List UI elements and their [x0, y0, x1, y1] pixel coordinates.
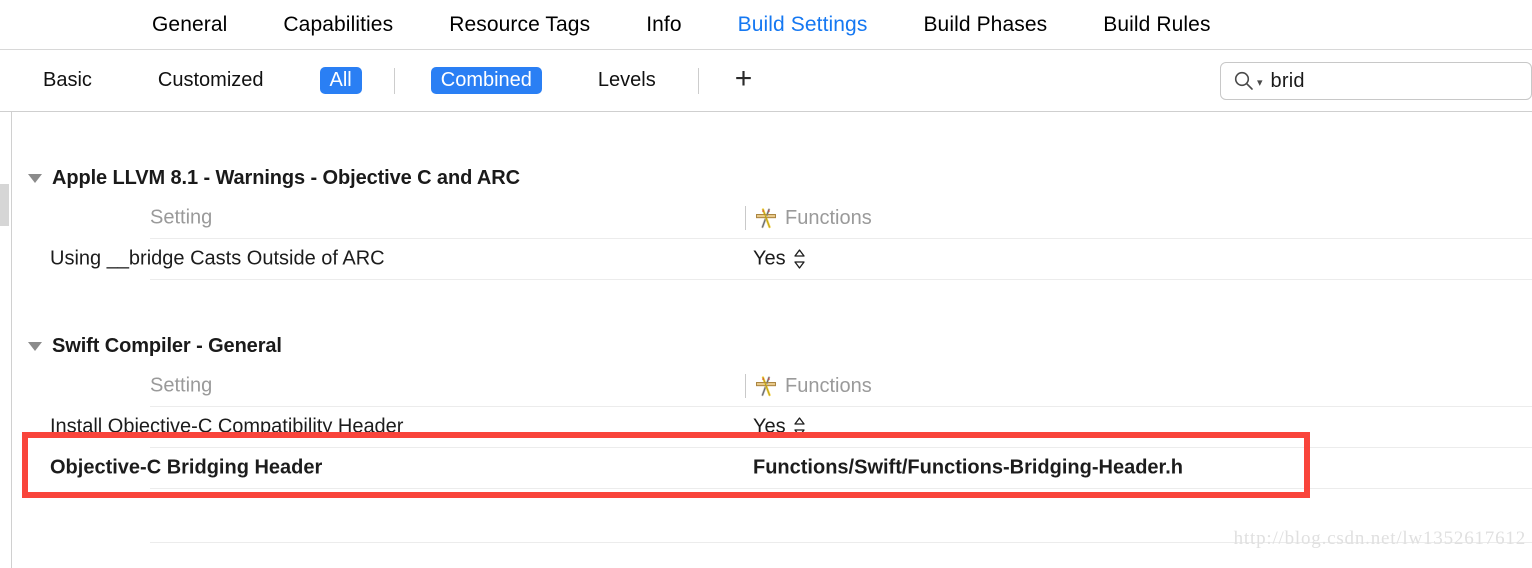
column-header-target-label: Functions: [785, 206, 872, 229]
disclosure-triangle-icon[interactable]: [28, 173, 42, 183]
filter-customized[interactable]: Customized: [148, 67, 274, 94]
column-divider: [745, 374, 746, 398]
setting-value-text: Yes: [753, 247, 786, 270]
setting-value-text: Functions/Swift/Functions-Bridging-Heade…: [753, 456, 1183, 479]
search-input[interactable]: ▾ brid: [1220, 62, 1532, 100]
table-row-bridging-header[interactable]: Objective-C Bridging Header Functions/Sw…: [50, 448, 1532, 489]
watermark: http://blog.csdn.net/lw1352617612: [1233, 528, 1526, 549]
column-header-setting: Setting: [150, 206, 213, 229]
search-input-value: brid: [1270, 69, 1305, 92]
setting-name: Install Objective-C Compatibility Header: [50, 415, 404, 438]
setting-name: Using __bridge Casts Outside of ARC: [50, 247, 385, 270]
tab-capabilities[interactable]: Capabilities: [283, 13, 393, 37]
filter-all[interactable]: All: [319, 67, 362, 94]
column-header-setting: Setting: [150, 374, 213, 397]
setting-value-text: Yes: [753, 415, 786, 438]
vertical-scrollbar[interactable]: [0, 184, 9, 226]
project-editor-tabbar: General Capabilities Resource Tags Info …: [0, 0, 1532, 50]
build-settings-toolbar: Basic Customized All Combined Levels + ▾…: [0, 50, 1532, 112]
build-settings-table: Apple LLVM 8.1 - Warnings - Objective C …: [0, 112, 1532, 568]
tab-general[interactable]: General: [152, 13, 227, 37]
column-header-target: Functions: [745, 206, 872, 230]
section-header-swift-compiler[interactable]: Swift Compiler - General: [28, 334, 282, 358]
column-header-target-label: Functions: [785, 374, 872, 397]
section-header-apple-llvm[interactable]: Apple LLVM 8.1 - Warnings - Objective C …: [28, 166, 520, 190]
chevron-down-icon[interactable]: ▾: [1257, 76, 1263, 89]
setting-name: Objective-C Bridging Header: [50, 456, 323, 479]
tab-build-phases[interactable]: Build Phases: [923, 13, 1047, 37]
tab-resource-tags[interactable]: Resource Tags: [449, 13, 590, 37]
filter-combined[interactable]: Combined: [430, 67, 542, 94]
section-title: Swift Compiler - General: [52, 334, 282, 357]
toolbar-divider-1: [393, 67, 395, 94]
toolbar-divider-2: [697, 67, 699, 94]
search-field-wrap: ▾ brid: [1220, 62, 1532, 100]
stepper-icon[interactable]: [793, 417, 806, 438]
column-header-row: Setting Functions: [150, 366, 1532, 407]
stepper-icon[interactable]: [793, 249, 806, 270]
filter-levels[interactable]: Levels: [588, 67, 666, 94]
table-row[interactable]: Install Objective-C Compatibility Header…: [50, 407, 1532, 448]
column-header-row: Setting Functions: [150, 198, 1532, 239]
column-header-target: Functions: [745, 374, 872, 398]
table-row[interactable]: Using __bridge Casts Outside of ARC Yes: [50, 239, 1532, 280]
section-title: Apple LLVM 8.1 - Warnings - Objective C …: [52, 166, 520, 189]
plus-icon[interactable]: +: [735, 64, 753, 94]
tab-build-settings[interactable]: Build Settings: [738, 13, 868, 37]
xcode-project-icon: [754, 206, 778, 230]
tab-info[interactable]: Info: [646, 13, 681, 37]
tab-build-rules[interactable]: Build Rules: [1103, 13, 1210, 37]
table-left-rule: [11, 112, 12, 568]
search-icon[interactable]: ▾: [1233, 70, 1263, 92]
filter-basic[interactable]: Basic: [33, 67, 102, 94]
setting-value[interactable]: Functions/Swift/Functions-Bridging-Heade…: [753, 457, 1183, 480]
tab-list: General Capabilities Resource Tags Info …: [0, 0, 1532, 49]
xcode-project-icon: [754, 374, 778, 398]
disclosure-triangle-icon[interactable]: [28, 341, 42, 351]
setting-value[interactable]: Yes: [753, 248, 806, 271]
column-divider: [745, 206, 746, 230]
setting-value[interactable]: Yes: [753, 416, 806, 439]
